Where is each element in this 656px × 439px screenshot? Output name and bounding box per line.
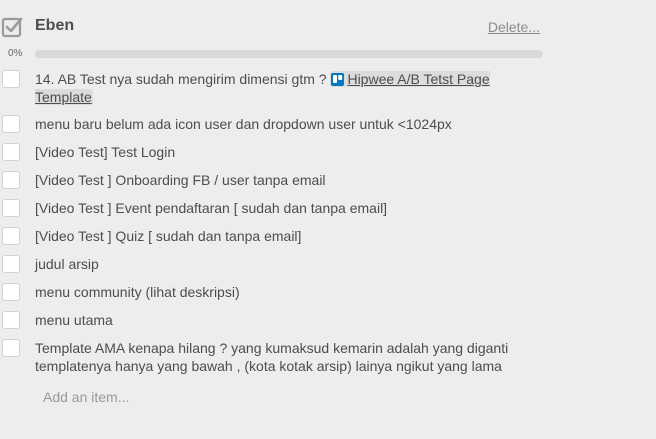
item-text[interactable]: menu utama — [35, 311, 535, 329]
item-checkbox[interactable] — [2, 339, 20, 357]
item-text[interactable]: [Video Test ] Event pendaftaran [ sudah … — [35, 199, 535, 217]
trello-icon — [331, 73, 345, 86]
item-checkbox[interactable] — [2, 283, 20, 301]
item-checkbox[interactable] — [2, 255, 20, 273]
item-checkbox[interactable] — [2, 311, 20, 329]
progress-bar — [35, 50, 543, 58]
item-text[interactable]: [Video Test] Test Login — [35, 143, 535, 161]
delete-button[interactable]: Delete... — [488, 19, 540, 35]
item-text[interactable]: 14. AB Test nya sudah mengirim dimensi g… — [35, 70, 535, 106]
item-text[interactable]: menu baru belum ada icon user dan dropdo… — [35, 115, 535, 133]
item-checkbox[interactable] — [2, 227, 20, 245]
item-checkbox[interactable] — [2, 143, 20, 161]
progress-percent: 0% — [8, 48, 23, 59]
item-checkbox[interactable] — [2, 199, 20, 217]
item-label: 14. AB Test nya sudah mengirim dimensi g… — [35, 71, 331, 87]
item-text[interactable]: judul arsip — [35, 255, 535, 273]
item-checkbox[interactable] — [2, 171, 20, 189]
item-text[interactable]: menu community (lihat deskripsi) — [35, 283, 535, 301]
checklist-icon — [1, 17, 23, 38]
item-checkbox[interactable] — [2, 115, 20, 133]
item-text[interactable]: Template AMA kenapa hilang ? yang kumaks… — [35, 339, 535, 375]
item-text[interactable]: [Video Test ] Quiz [ sudah dan tanpa ema… — [35, 227, 535, 245]
add-item-input[interactable]: Add an item... — [43, 389, 129, 405]
checklist-title: Eben — [35, 17, 75, 34]
item-checkbox[interactable] — [2, 70, 20, 88]
item-text[interactable]: [Video Test ] Onboarding FB / user tanpa… — [35, 171, 535, 189]
